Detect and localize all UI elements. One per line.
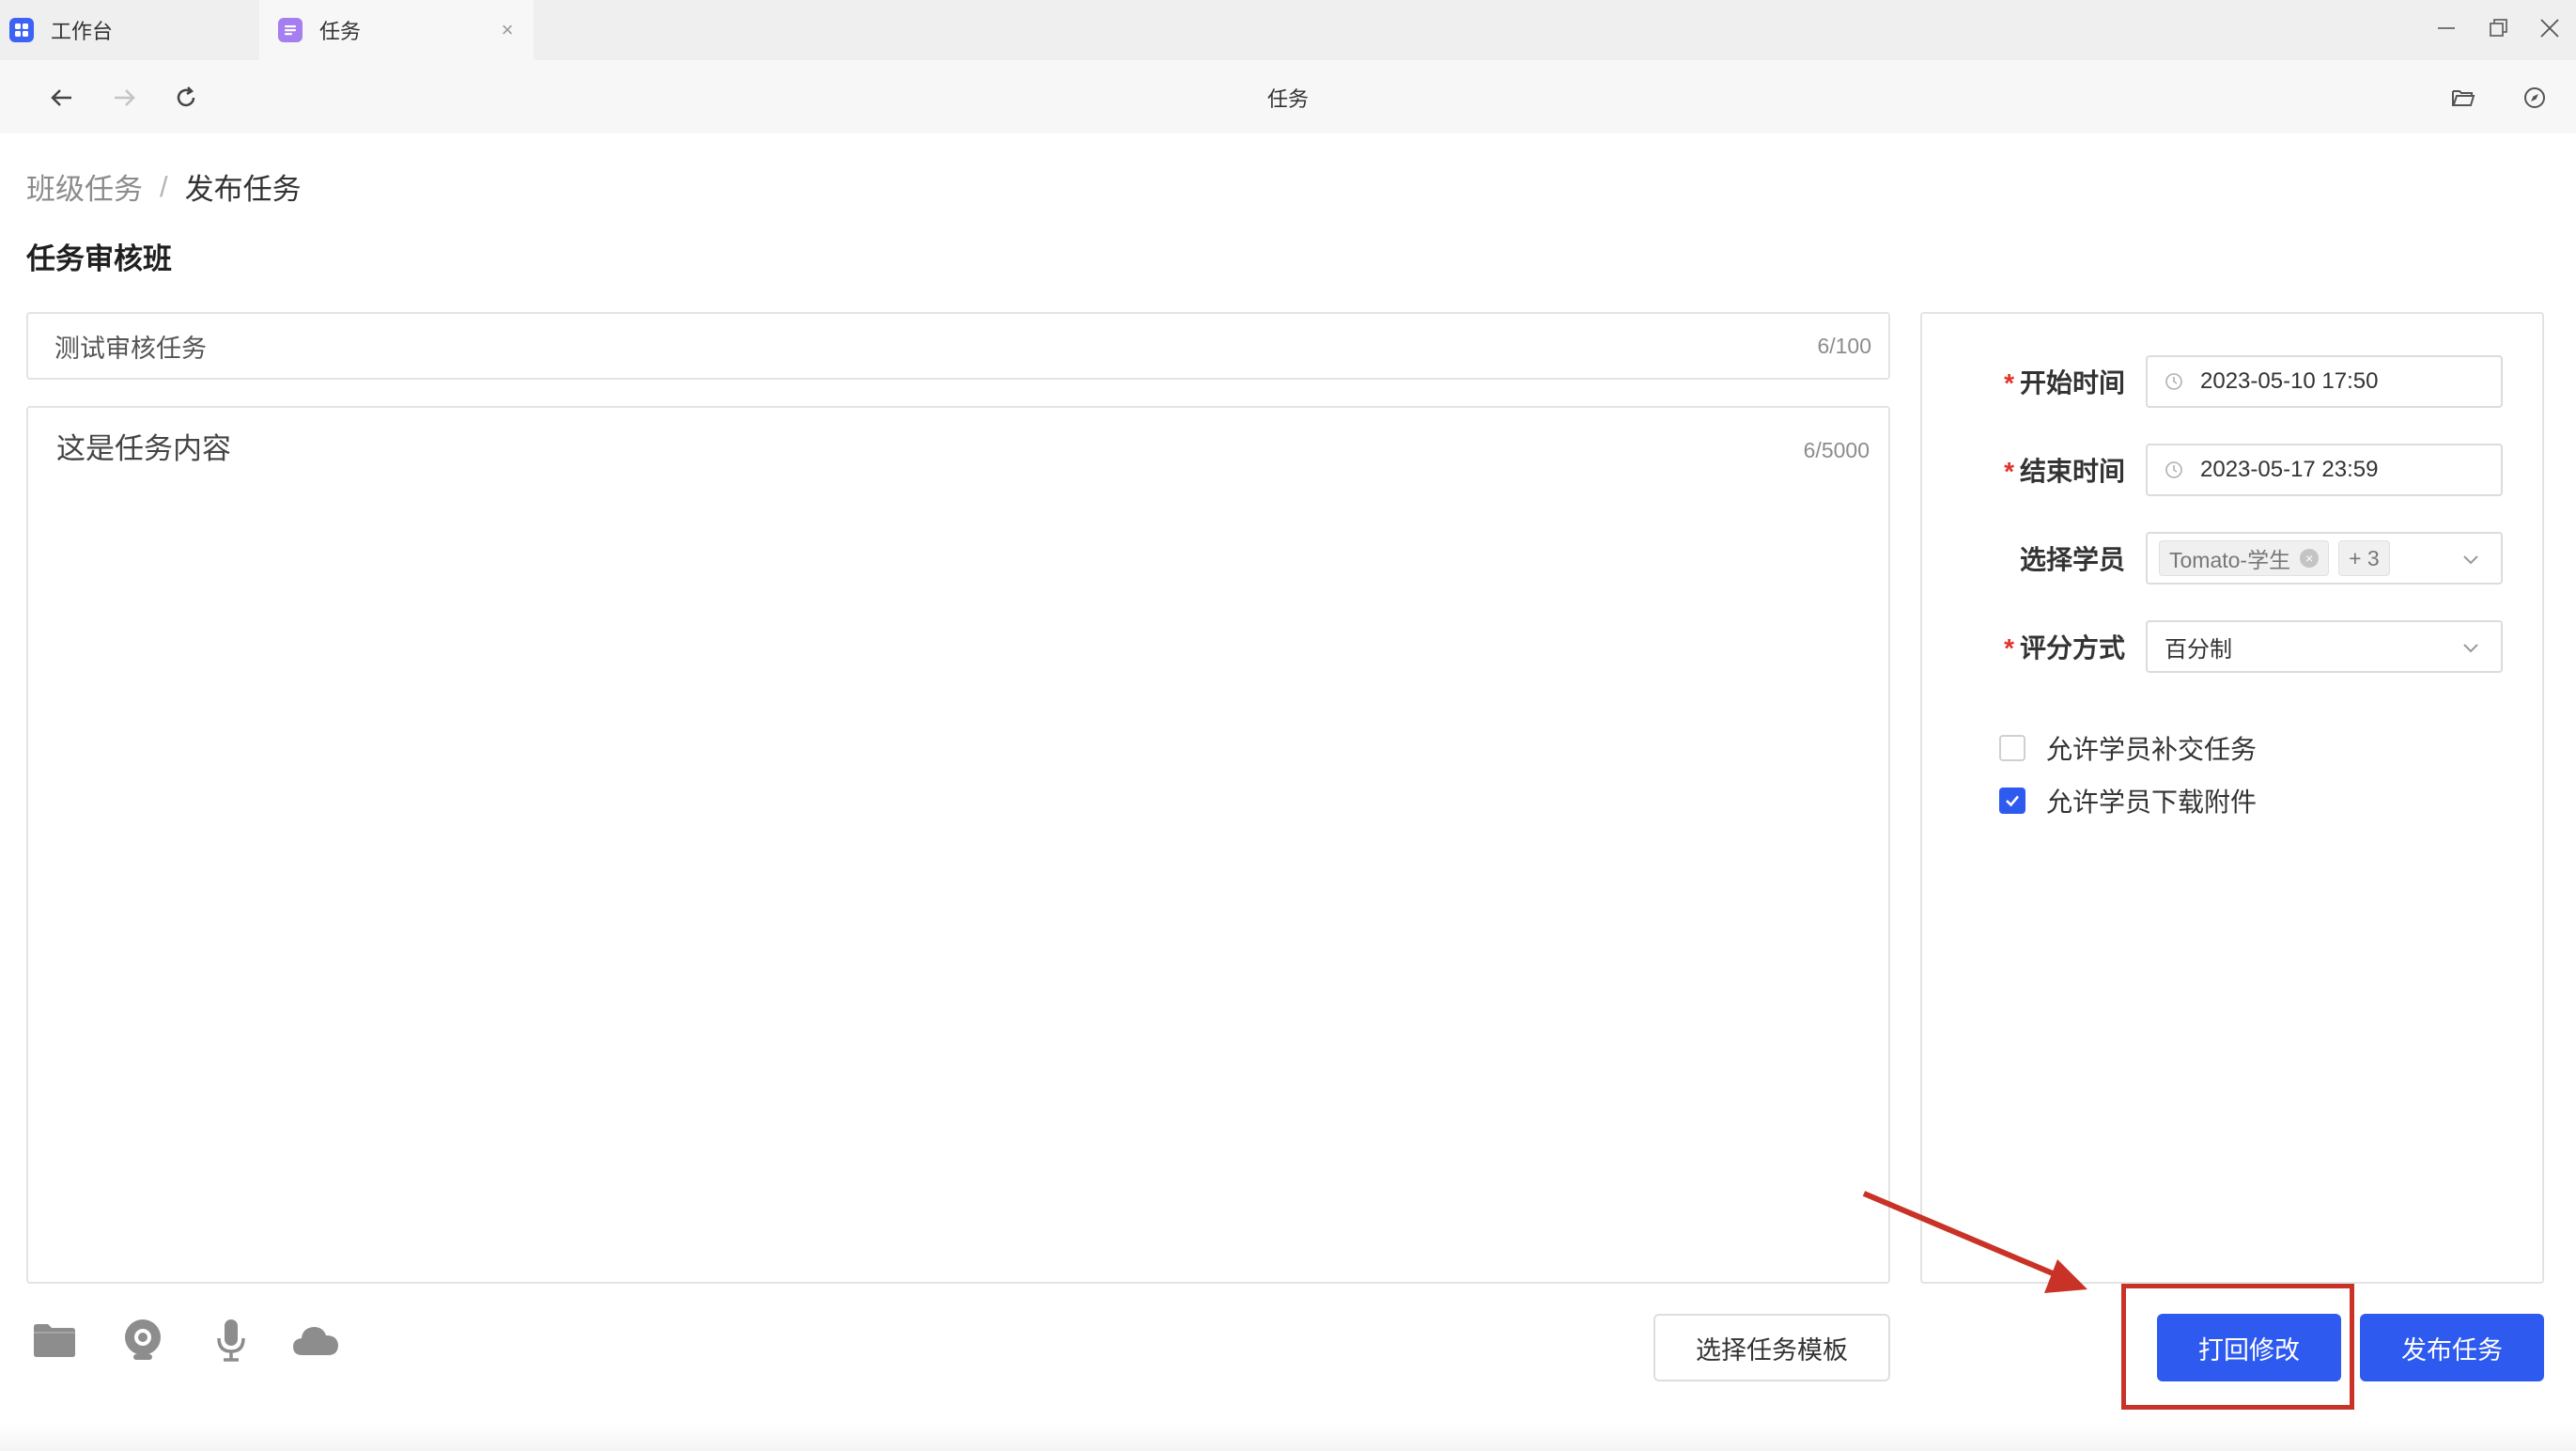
more-students-tag: + 3 xyxy=(2338,540,2390,576)
tab-bar: 工作台 任务 × xyxy=(0,0,2576,60)
clock-icon xyxy=(2165,372,2183,391)
student-tag: Tomato-学生 × xyxy=(2159,540,2330,576)
task-content-textarea[interactable]: 这是任务内容 6/5000 xyxy=(26,406,1890,1284)
folder-open-icon[interactable] xyxy=(2443,77,2484,118)
compass-icon[interactable] xyxy=(2514,77,2555,118)
annotation-highlight-box xyxy=(2121,1284,2354,1410)
publish-task-button[interactable]: 发布任务 xyxy=(2360,1314,2544,1381)
allow-late-submit-checkbox[interactable]: 允许学员补交任务 xyxy=(1999,729,2257,767)
chevron-down-icon xyxy=(2460,548,2482,570)
breadcrumb: 班级任务 / 发布任务 xyxy=(26,165,302,208)
class-title: 任务审核班 xyxy=(26,242,172,275)
start-time-picker[interactable]: 2023-05-10 17:50 xyxy=(2146,355,2503,408)
tag-remove-icon[interactable]: × xyxy=(2300,549,2320,568)
students-row: 选择学员 Tomato-学生 × + 3 xyxy=(1922,532,2546,585)
checkbox-unchecked[interactable] xyxy=(1999,735,2025,761)
tab-close-icon[interactable]: × xyxy=(494,17,520,43)
grading-value: 百分制 xyxy=(2165,636,2232,663)
required-mark: * xyxy=(2004,368,2014,398)
allow-download-checkbox[interactable]: 允许学员下载附件 xyxy=(1999,782,2257,819)
allow-download-label: 允许学员下载附件 xyxy=(2046,788,2258,817)
cloud-icon[interactable] xyxy=(287,1316,344,1365)
allow-late-label: 允许学员补交任务 xyxy=(2046,735,2258,764)
minimize-icon[interactable] xyxy=(2428,9,2465,47)
folder-icon[interactable] xyxy=(26,1316,83,1365)
nav-bar: 任务 xyxy=(0,60,2576,133)
start-time-row: * 开始时间 2023-05-10 17:50 xyxy=(1922,355,2546,408)
microphone-icon[interactable] xyxy=(203,1316,259,1365)
grid-app-icon xyxy=(9,18,34,42)
start-time-value: 2023-05-10 17:50 xyxy=(2200,368,2379,394)
students-label: 选择学员 xyxy=(2019,545,2125,574)
tab-label: 任务 xyxy=(319,20,362,43)
checkmark-icon[interactable] xyxy=(1999,788,2025,814)
close-icon[interactable] xyxy=(2531,9,2568,47)
bottom-divider xyxy=(0,1423,2576,1451)
end-time-value: 2023-05-17 23:59 xyxy=(2200,457,2379,482)
required-mark: * xyxy=(2004,457,2014,486)
breadcrumb-current: 发布任务 xyxy=(184,173,302,206)
task-settings-panel: * 开始时间 2023-05-10 17:50 * 结束时间 2023-05-17 … xyxy=(1920,312,2544,1284)
page-title: 任务 xyxy=(1266,87,1309,111)
select-template-button[interactable]: 选择任务模板 xyxy=(1653,1314,1890,1381)
task-content-value: 这是任务内容 xyxy=(56,432,231,465)
student-select[interactable]: Tomato-学生 × + 3 xyxy=(2146,532,2503,585)
tab-task[interactable]: 任务 × xyxy=(259,0,534,60)
chevron-down-icon xyxy=(2460,636,2482,659)
task-app-icon xyxy=(278,18,303,42)
tab-workbench[interactable]: 工作台 xyxy=(0,0,259,60)
end-time-label: 结束时间 xyxy=(2019,457,2125,486)
breadcrumb-parent-link[interactable]: 班级任务 xyxy=(26,165,143,208)
camera-icon[interactable] xyxy=(115,1316,171,1365)
end-time-picker[interactable]: 2023-05-17 23:59 xyxy=(2146,444,2503,496)
restore-icon[interactable] xyxy=(2480,9,2518,47)
grading-row: * 评分方式 百分制 xyxy=(1922,620,2546,673)
task-title-counter: 6/100 xyxy=(1817,333,1871,358)
student-tag-label: Tomato-学生 xyxy=(2169,548,2291,572)
grading-select[interactable]: 百分制 xyxy=(2146,620,2503,673)
breadcrumb-separator: / xyxy=(160,169,168,203)
tab-label: 工作台 xyxy=(51,20,114,43)
required-mark: * xyxy=(2004,633,2014,663)
start-time-label: 开始时间 xyxy=(2019,368,2125,398)
task-content-counter: 6/5000 xyxy=(1803,438,1870,462)
task-title-input[interactable]: 测试审核任务 6/100 xyxy=(26,312,1890,380)
clock-icon xyxy=(2165,460,2183,479)
task-title-value: 测试审核任务 xyxy=(54,334,207,363)
grading-label: 评分方式 xyxy=(2019,633,2125,663)
end-time-row: * 结束时间 2023-05-17 23:59 xyxy=(1922,444,2546,496)
